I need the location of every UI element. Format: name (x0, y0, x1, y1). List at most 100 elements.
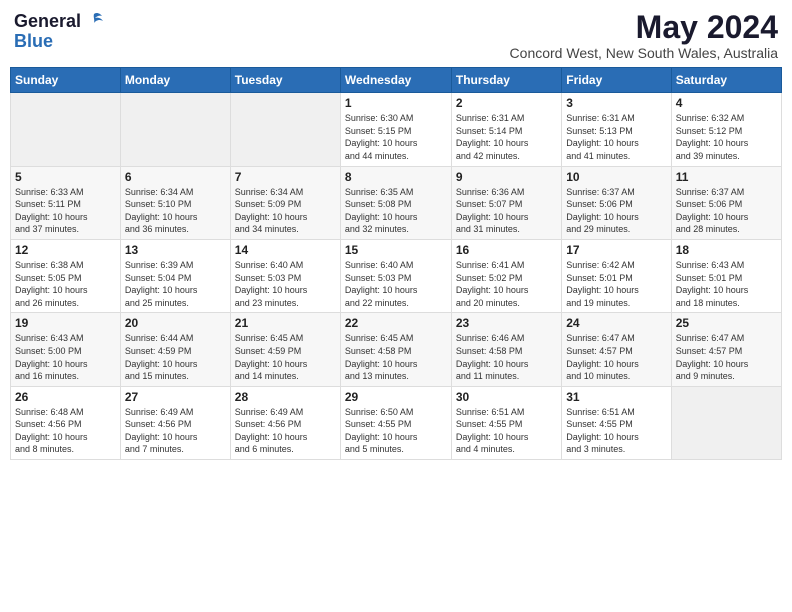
day-info: Sunrise: 6:51 AM Sunset: 4:55 PM Dayligh… (456, 406, 557, 456)
day-number: 21 (235, 316, 336, 330)
logo: General Blue (14, 10, 105, 50)
day-number: 26 (15, 390, 116, 404)
day-number: 27 (125, 390, 226, 404)
calendar-week-row: 1 Sunrise: 6:30 AM Sunset: 5:15 PM Daylig… (11, 93, 782, 166)
calendar-cell: 13 Sunrise: 6:39 AM Sunset: 5:04 PM Dayli… (120, 239, 230, 312)
day-info: Sunrise: 6:51 AM Sunset: 4:55 PM Dayligh… (566, 406, 666, 456)
day-number: 1 (345, 96, 447, 110)
day-number: 31 (566, 390, 666, 404)
day-info: Sunrise: 6:45 AM Sunset: 4:58 PM Dayligh… (345, 332, 447, 382)
calendar-cell: 12 Sunrise: 6:38 AM Sunset: 5:05 PM Dayli… (11, 239, 121, 312)
day-number: 24 (566, 316, 666, 330)
day-number: 25 (676, 316, 777, 330)
calendar-cell: 26 Sunrise: 6:48 AM Sunset: 4:56 PM Dayli… (11, 386, 121, 459)
day-info: Sunrise: 6:46 AM Sunset: 4:58 PM Dayligh… (456, 332, 557, 382)
calendar-cell: 18 Sunrise: 6:43 AM Sunset: 5:01 PM Dayli… (671, 239, 781, 312)
calendar-cell (11, 93, 121, 166)
day-number: 23 (456, 316, 557, 330)
day-info: Sunrise: 6:36 AM Sunset: 5:07 PM Dayligh… (456, 186, 557, 236)
calendar-cell: 25Sunrise: 6:47 AM Sunset: 4:57 PM Dayli… (671, 313, 781, 386)
day-number: 12 (15, 243, 116, 257)
calendar-cell: 9 Sunrise: 6:36 AM Sunset: 5:07 PM Daylig… (451, 166, 561, 239)
calendar-cell: 1 Sunrise: 6:30 AM Sunset: 5:15 PM Daylig… (340, 93, 451, 166)
day-number: 9 (456, 170, 557, 184)
calendar-day-header: Thursday (451, 68, 561, 93)
calendar-day-header: Saturday (671, 68, 781, 93)
day-info: Sunrise: 6:44 AM Sunset: 4:59 PM Dayligh… (125, 332, 226, 382)
day-info: Sunrise: 6:34 AM Sunset: 5:09 PM Dayligh… (235, 186, 336, 236)
day-number: 8 (345, 170, 447, 184)
calendar-week-row: 26 Sunrise: 6:48 AM Sunset: 4:56 PM Dayli… (11, 386, 782, 459)
day-number: 16 (456, 243, 557, 257)
calendar-cell: 16 Sunrise: 6:41 AM Sunset: 5:02 PM Dayli… (451, 239, 561, 312)
calendar-cell (671, 386, 781, 459)
calendar-day-header: Tuesday (230, 68, 340, 93)
day-number: 10 (566, 170, 666, 184)
day-info: Sunrise: 6:38 AM Sunset: 5:05 PM Dayligh… (15, 259, 116, 309)
day-info: Sunrise: 6:43 AM Sunset: 5:01 PM Dayligh… (676, 259, 777, 309)
day-number: 2 (456, 96, 557, 110)
calendar-cell: 5 Sunrise: 6:33 AM Sunset: 5:11 PM Daylig… (11, 166, 121, 239)
calendar-header-row: SundayMondayTuesdayWednesdayThursdayFrid… (11, 68, 782, 93)
calendar-day-header: Friday (562, 68, 671, 93)
calendar-cell: 8Sunrise: 6:35 AM Sunset: 5:08 PM Daylig… (340, 166, 451, 239)
calendar-day-header: Monday (120, 68, 230, 93)
logo-blue-text: Blue (14, 32, 105, 50)
calendar-cell: 29Sunrise: 6:50 AM Sunset: 4:55 PM Dayli… (340, 386, 451, 459)
calendar-cell: 4 Sunrise: 6:32 AM Sunset: 5:12 PM Daylig… (671, 93, 781, 166)
day-info: Sunrise: 6:48 AM Sunset: 4:56 PM Dayligh… (15, 406, 116, 456)
day-info: Sunrise: 6:40 AM Sunset: 5:03 PM Dayligh… (235, 259, 336, 309)
day-number: 5 (15, 170, 116, 184)
month-title: May 2024 (510, 10, 778, 45)
day-info: Sunrise: 6:47 AM Sunset: 4:57 PM Dayligh… (566, 332, 666, 382)
day-info: Sunrise: 6:33 AM Sunset: 5:11 PM Dayligh… (15, 186, 116, 236)
day-number: 13 (125, 243, 226, 257)
calendar-week-row: 5 Sunrise: 6:33 AM Sunset: 5:11 PM Daylig… (11, 166, 782, 239)
location-subtitle: Concord West, New South Wales, Australia (510, 45, 778, 61)
calendar-cell: 11Sunrise: 6:37 AM Sunset: 5:06 PM Dayli… (671, 166, 781, 239)
calendar-cell: 17 Sunrise: 6:42 AM Sunset: 5:01 PM Dayli… (562, 239, 671, 312)
calendar-cell: 28Sunrise: 6:49 AM Sunset: 4:56 PM Dayli… (230, 386, 340, 459)
calendar-cell: 14 Sunrise: 6:40 AM Sunset: 5:03 PM Dayli… (230, 239, 340, 312)
day-number: 18 (676, 243, 777, 257)
day-number: 17 (566, 243, 666, 257)
day-number: 15 (345, 243, 447, 257)
day-info: Sunrise: 6:39 AM Sunset: 5:04 PM Dayligh… (125, 259, 226, 309)
calendar-day-header: Wednesday (340, 68, 451, 93)
day-info: Sunrise: 6:31 AM Sunset: 5:13 PM Dayligh… (566, 112, 666, 162)
calendar-week-row: 19 Sunrise: 6:43 AM Sunset: 5:00 PM Dayli… (11, 313, 782, 386)
day-number: 14 (235, 243, 336, 257)
day-info: Sunrise: 6:30 AM Sunset: 5:15 PM Dayligh… (345, 112, 447, 162)
calendar-week-row: 12 Sunrise: 6:38 AM Sunset: 5:05 PM Dayli… (11, 239, 782, 312)
logo-general-text: General (14, 12, 81, 30)
calendar-cell: 7 Sunrise: 6:34 AM Sunset: 5:09 PM Daylig… (230, 166, 340, 239)
calendar-day-header: Sunday (11, 68, 121, 93)
day-number: 22 (345, 316, 447, 330)
calendar-cell: 19 Sunrise: 6:43 AM Sunset: 5:00 PM Dayli… (11, 313, 121, 386)
page-header: General Blue May 2024 Concord West, New … (10, 10, 782, 61)
calendar-cell: 27 Sunrise: 6:49 AM Sunset: 4:56 PM Dayli… (120, 386, 230, 459)
calendar-cell: 10Sunrise: 6:37 AM Sunset: 5:06 PM Dayli… (562, 166, 671, 239)
logo-bird-icon (83, 10, 105, 32)
calendar-cell: 15Sunrise: 6:40 AM Sunset: 5:03 PM Dayli… (340, 239, 451, 312)
day-info: Sunrise: 6:34 AM Sunset: 5:10 PM Dayligh… (125, 186, 226, 236)
calendar-cell: 24 Sunrise: 6:47 AM Sunset: 4:57 PM Dayli… (562, 313, 671, 386)
day-number: 7 (235, 170, 336, 184)
day-number: 3 (566, 96, 666, 110)
day-number: 19 (15, 316, 116, 330)
day-number: 29 (345, 390, 447, 404)
day-info: Sunrise: 6:49 AM Sunset: 4:56 PM Dayligh… (125, 406, 226, 456)
calendar-cell (230, 93, 340, 166)
day-info: Sunrise: 6:32 AM Sunset: 5:12 PM Dayligh… (676, 112, 777, 162)
title-area: May 2024 Concord West, New South Wales, … (510, 10, 778, 61)
calendar-cell (120, 93, 230, 166)
day-info: Sunrise: 6:45 AM Sunset: 4:59 PM Dayligh… (235, 332, 336, 382)
calendar-cell: 22 Sunrise: 6:45 AM Sunset: 4:58 PM Dayli… (340, 313, 451, 386)
day-info: Sunrise: 6:42 AM Sunset: 5:01 PM Dayligh… (566, 259, 666, 309)
calendar-cell: 30Sunrise: 6:51 AM Sunset: 4:55 PM Dayli… (451, 386, 561, 459)
day-number: 6 (125, 170, 226, 184)
day-info: Sunrise: 6:41 AM Sunset: 5:02 PM Dayligh… (456, 259, 557, 309)
day-info: Sunrise: 6:31 AM Sunset: 5:14 PM Dayligh… (456, 112, 557, 162)
day-number: 4 (676, 96, 777, 110)
day-info: Sunrise: 6:43 AM Sunset: 5:00 PM Dayligh… (15, 332, 116, 382)
